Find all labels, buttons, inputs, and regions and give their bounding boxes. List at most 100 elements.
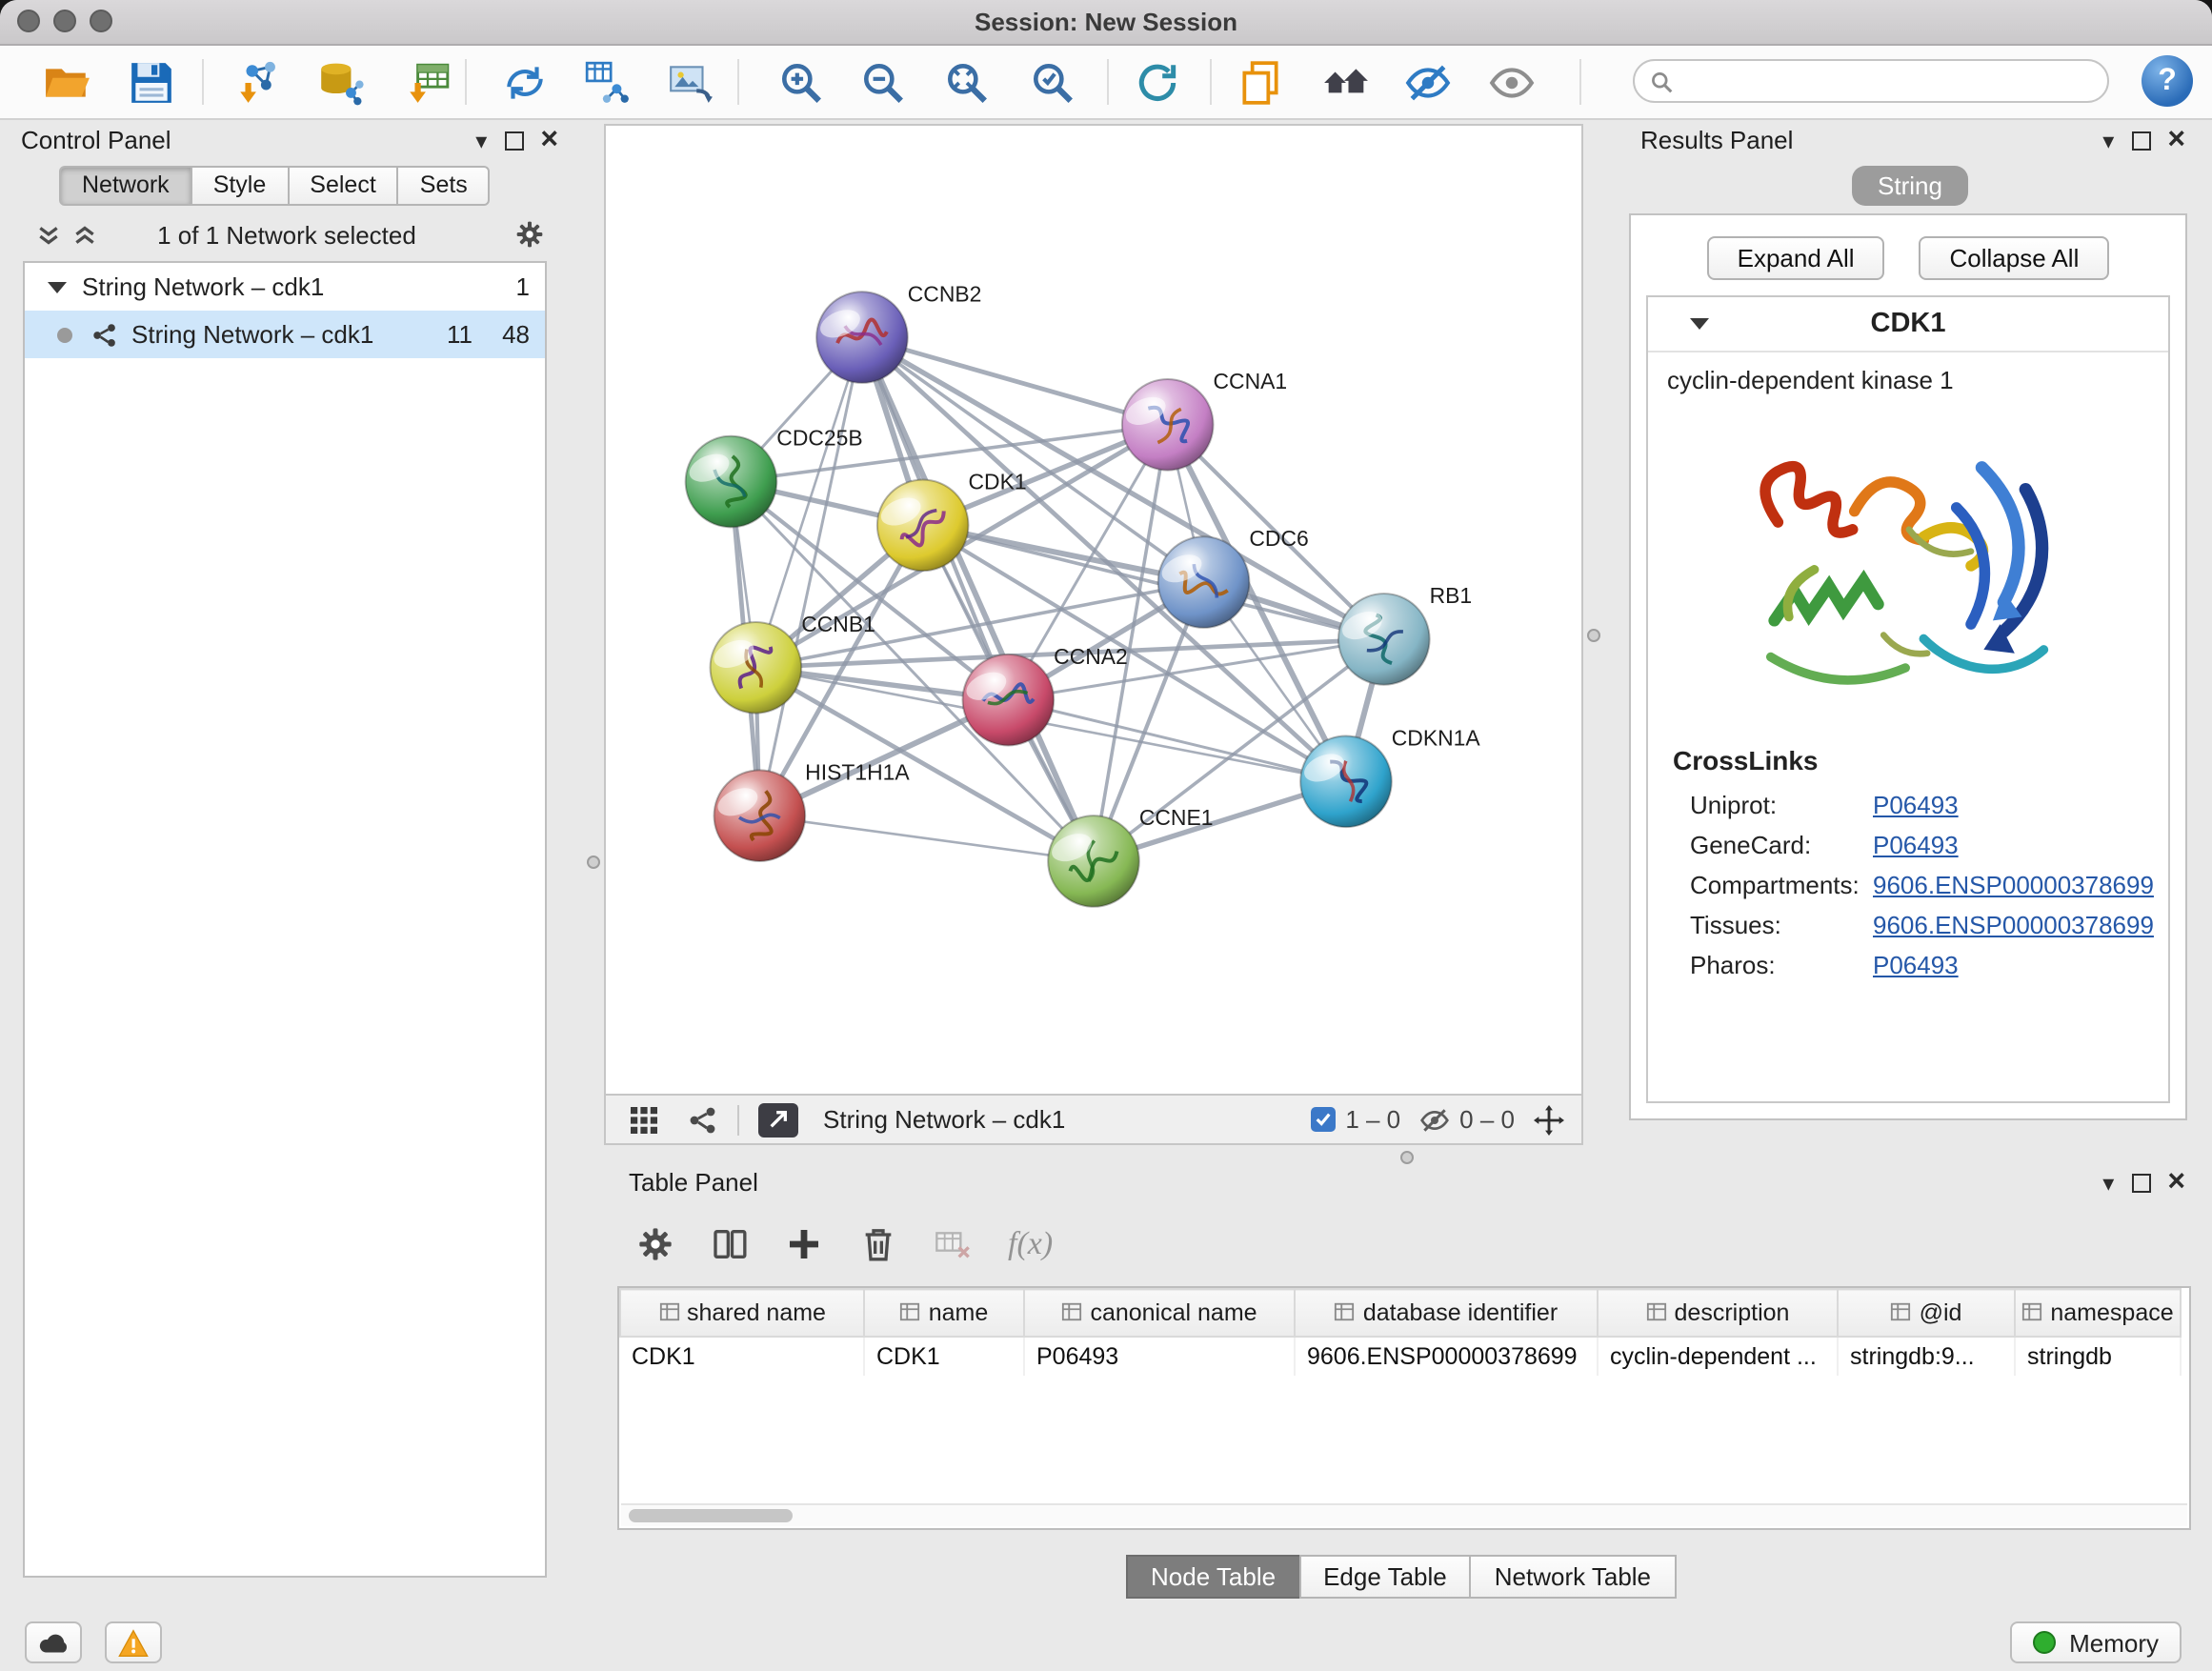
node-CDC25B[interactable] xyxy=(685,436,776,528)
close-panel-icon[interactable]: × xyxy=(2167,126,2185,156)
create-network-table-button[interactable] xyxy=(573,53,638,111)
tab-network-table[interactable]: Network Table xyxy=(1470,1555,1676,1599)
zoom-window-button[interactable] xyxy=(90,10,112,32)
column-header-name[interactable]: name xyxy=(864,1289,1024,1337)
panel-menu-icon[interactable]: ▾ xyxy=(475,124,487,158)
grid-view-icon[interactable] xyxy=(629,1104,659,1135)
collapse-entry-caret-icon[interactable] xyxy=(1690,318,1709,330)
horizontal-scrollbar[interactable] xyxy=(621,1503,2187,1526)
crosslink-value-link[interactable]: 9606.ENSP00000378699 xyxy=(1873,871,2154,899)
hide-selected-button[interactable] xyxy=(1395,53,1459,111)
column-header-database-identifier[interactable]: database identifier xyxy=(1295,1289,1598,1337)
crosslink-value-link[interactable]: P06493 xyxy=(1873,791,1959,819)
column-type-icon xyxy=(658,1301,679,1322)
close-panel-icon[interactable]: × xyxy=(2167,1168,2185,1198)
tab-style[interactable]: Style xyxy=(191,166,290,206)
network-tree: String Network – cdk1 1 String Network –… xyxy=(23,261,547,1578)
import-network-from-database-button[interactable] xyxy=(307,53,372,111)
node-HIST1H1A[interactable] xyxy=(714,770,805,861)
network-options-gear-icon[interactable] xyxy=(514,219,545,250)
node-CDKN1A[interactable] xyxy=(1300,735,1392,827)
zoom-selected-button[interactable] xyxy=(1019,53,1084,111)
float-panel-icon[interactable] xyxy=(504,131,523,151)
import-table-from-file-button[interactable] xyxy=(394,53,459,111)
column-header-id[interactable]: @id xyxy=(1838,1289,2015,1337)
crosslink-row-tissues: Tissues:9606.ENSP00000378699 xyxy=(1648,905,2168,945)
column-header-description[interactable]: description xyxy=(1598,1289,1838,1337)
open-session-button[interactable] xyxy=(34,53,99,111)
splitter-handle[interactable] xyxy=(1400,1151,1414,1164)
duplicate-network-button[interactable] xyxy=(1227,53,1292,111)
node-CCNE1[interactable] xyxy=(1048,815,1139,907)
tab-select[interactable]: Select xyxy=(287,166,399,206)
import-network-from-file-button[interactable] xyxy=(225,53,290,111)
zoom-fit-button[interactable] xyxy=(934,53,998,111)
zoom-in-button[interactable] xyxy=(768,53,833,111)
node-RB1[interactable] xyxy=(1338,594,1430,685)
help-button[interactable]: ? xyxy=(2142,55,2193,107)
scrollbar-thumb[interactable] xyxy=(629,1509,793,1522)
collapse-caret-icon[interactable] xyxy=(48,281,67,292)
node-table[interactable]: shared namenamecanonical namedatabase id… xyxy=(617,1286,2191,1530)
homes-button[interactable] xyxy=(1313,53,1377,111)
tab-sets[interactable]: Sets xyxy=(397,166,491,206)
toolbar-separator xyxy=(202,59,204,105)
tab-edge-table[interactable]: Edge Table xyxy=(1298,1555,1472,1599)
crosslink-value-link[interactable]: 9606.ENSP00000378699 xyxy=(1873,911,2154,939)
network-view-canvas[interactable]: CCNB2CCNA1CDC25BCDK1CDC6RB1CCNB1CCNA2CDK… xyxy=(604,124,1583,1094)
table-row[interactable]: CDK1CDK1P064939606.ENSP00000378699cyclin… xyxy=(620,1337,2181,1376)
cloud-status-button[interactable] xyxy=(25,1621,82,1663)
cloud-icon xyxy=(36,1631,70,1654)
hidden-eye-slash-icon[interactable] xyxy=(1419,1104,1450,1135)
crosslink-value-link[interactable]: P06493 xyxy=(1873,951,1959,979)
tab-network[interactable]: Network xyxy=(59,166,192,206)
apply-preferred-layout-button[interactable] xyxy=(1124,53,1189,111)
save-session-button[interactable] xyxy=(118,53,183,111)
birds-eye-view-icon[interactable] xyxy=(688,1104,718,1135)
memory-button[interactable]: Memory xyxy=(2010,1621,2182,1663)
float-panel-icon[interactable] xyxy=(2131,131,2150,151)
pan-crosshair-icon[interactable] xyxy=(1534,1104,1564,1135)
network-row[interactable]: String Network – cdk1 11 48 xyxy=(25,311,545,358)
expand-all-button[interactable]: Expand All xyxy=(1707,236,1885,280)
edge-HIST1H1A-CCNE1[interactable] xyxy=(759,815,1094,861)
close-window-button[interactable] xyxy=(17,10,40,32)
table-options-gear-icon[interactable] xyxy=(636,1225,674,1263)
function-builder-button[interactable]: f(x) xyxy=(1008,1225,1053,1263)
eye-slash-icon xyxy=(1403,58,1451,106)
toolbar-search[interactable] xyxy=(1633,59,2109,103)
network-collection-row[interactable]: String Network – cdk1 1 xyxy=(25,263,545,311)
node-CCNA1[interactable] xyxy=(1122,379,1214,471)
minimize-window-button[interactable] xyxy=(53,10,76,32)
node-CDK1[interactable] xyxy=(877,480,969,572)
warnings-button[interactable] xyxy=(105,1621,162,1663)
panel-menu-icon[interactable]: ▾ xyxy=(2102,1166,2114,1200)
selection-indicator-checkbox[interactable] xyxy=(1311,1107,1336,1132)
column-header-shared-name[interactable]: shared name xyxy=(620,1289,864,1337)
node-CCNB2[interactable] xyxy=(816,292,908,383)
crosslink-value-link[interactable]: P06493 xyxy=(1873,831,1959,859)
splitter-handle[interactable] xyxy=(587,856,600,869)
export-image-button[interactable] xyxy=(657,53,722,111)
open-in-new-window-button[interactable] xyxy=(758,1102,798,1137)
panel-menu-icon[interactable]: ▾ xyxy=(2102,124,2114,158)
column-header-canonical-name[interactable]: canonical name xyxy=(1024,1289,1295,1337)
collapse-all-button[interactable]: Collapse All xyxy=(1920,236,2110,280)
tab-string[interactable]: String xyxy=(1851,166,1969,206)
float-panel-icon[interactable] xyxy=(2131,1174,2150,1193)
node-CDC6[interactable] xyxy=(1157,536,1249,628)
edge-CCNB2-HIST1H1A[interactable] xyxy=(759,337,862,815)
delete-column-trash-icon[interactable] xyxy=(859,1225,897,1263)
search-input[interactable] xyxy=(1684,66,2092,96)
tab-node-table[interactable]: Node Table xyxy=(1126,1555,1300,1599)
close-panel-icon[interactable]: × xyxy=(540,126,558,156)
node-CCNB1[interactable] xyxy=(710,622,801,714)
show-all-button[interactable] xyxy=(1478,53,1543,111)
column-header-namespace[interactable]: namespace xyxy=(2015,1289,2181,1337)
new-network-from-selection-button[interactable] xyxy=(492,53,556,111)
splitter-handle[interactable] xyxy=(1587,629,1600,642)
zoom-out-button[interactable] xyxy=(850,53,915,111)
add-column-icon[interactable] xyxy=(785,1225,823,1263)
show-columns-icon[interactable] xyxy=(711,1225,749,1263)
node-CCNA2[interactable] xyxy=(962,654,1054,746)
